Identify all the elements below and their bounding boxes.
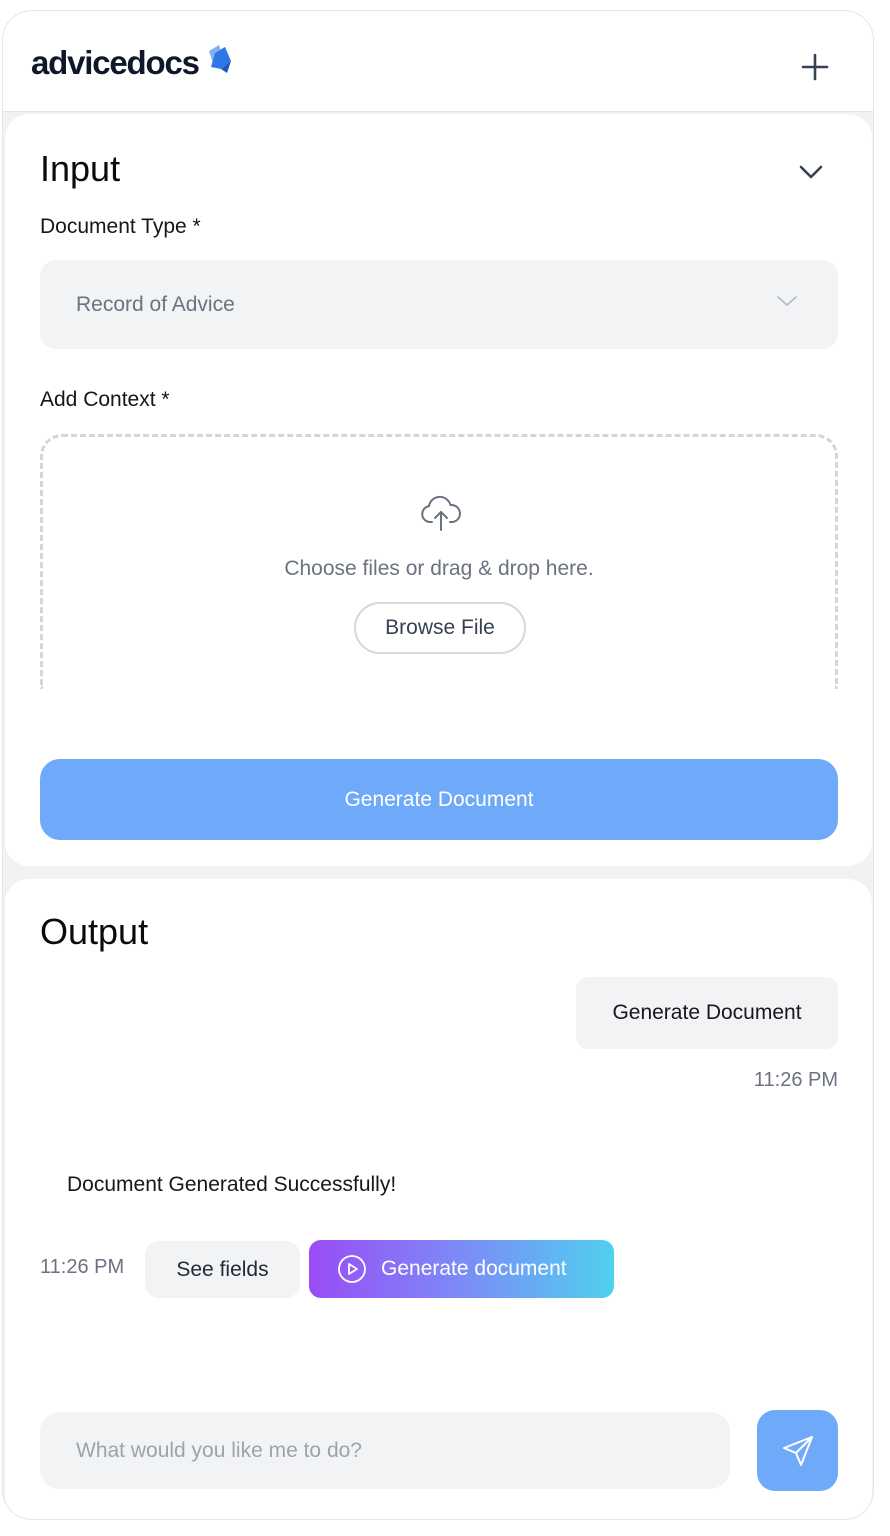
browse-file-button[interactable]: Browse File	[354, 602, 526, 654]
app-frame: advicedocs Input Document Type * Record …	[2, 10, 874, 1520]
assistant-message-time: 11:26 PM	[40, 1256, 125, 1278]
output-title: Output	[40, 911, 149, 952]
chevron-down-icon	[777, 296, 797, 306]
generate-document-button[interactable]: Generate Document	[40, 759, 838, 840]
cloud-upload-icon	[421, 495, 461, 531]
send-button[interactable]	[757, 1410, 838, 1491]
output-panel: Output Generate Document 11:26 PM Docume…	[5, 879, 872, 1519]
new-document-button[interactable]	[793, 45, 837, 89]
file-dropzone[interactable]: Choose files or drag & drop here. Browse…	[40, 434, 838, 689]
send-icon	[782, 1435, 813, 1466]
generate-document-action-label: Generate document	[381, 1257, 567, 1280]
chat-input[interactable]	[40, 1412, 730, 1489]
user-message-bubble: Generate Document	[576, 977, 838, 1049]
collapse-input-button[interactable]	[795, 156, 827, 188]
document-type-label: Document Type *	[40, 215, 201, 238]
user-message-time: 11:26 PM	[753, 1069, 838, 1091]
chevron-down-icon	[799, 165, 823, 179]
assistant-message: Document Generated Successfully!	[67, 1173, 397, 1196]
dropzone-text: Choose files or drag & drop here.	[284, 557, 594, 580]
play-circle-icon	[337, 1254, 367, 1284]
input-title: Input	[40, 148, 121, 189]
generate-document-action-button[interactable]: Generate document	[309, 1240, 614, 1298]
document-type-select[interactable]: Record of Advice	[40, 260, 838, 349]
add-context-label: Add Context *	[40, 388, 170, 411]
app-header: advicedocs	[3, 11, 873, 112]
document-type-value: Record of Advice	[76, 292, 235, 316]
logo-mark-icon	[208, 45, 231, 73]
input-panel: Input Document Type * Record of Advice A…	[5, 114, 872, 866]
see-fields-button[interactable]: See fields	[145, 1241, 300, 1298]
logo-text: advicedocs	[31, 44, 200, 81]
plus-icon	[801, 53, 829, 81]
logo[interactable]: advicedocs	[31, 43, 233, 83]
